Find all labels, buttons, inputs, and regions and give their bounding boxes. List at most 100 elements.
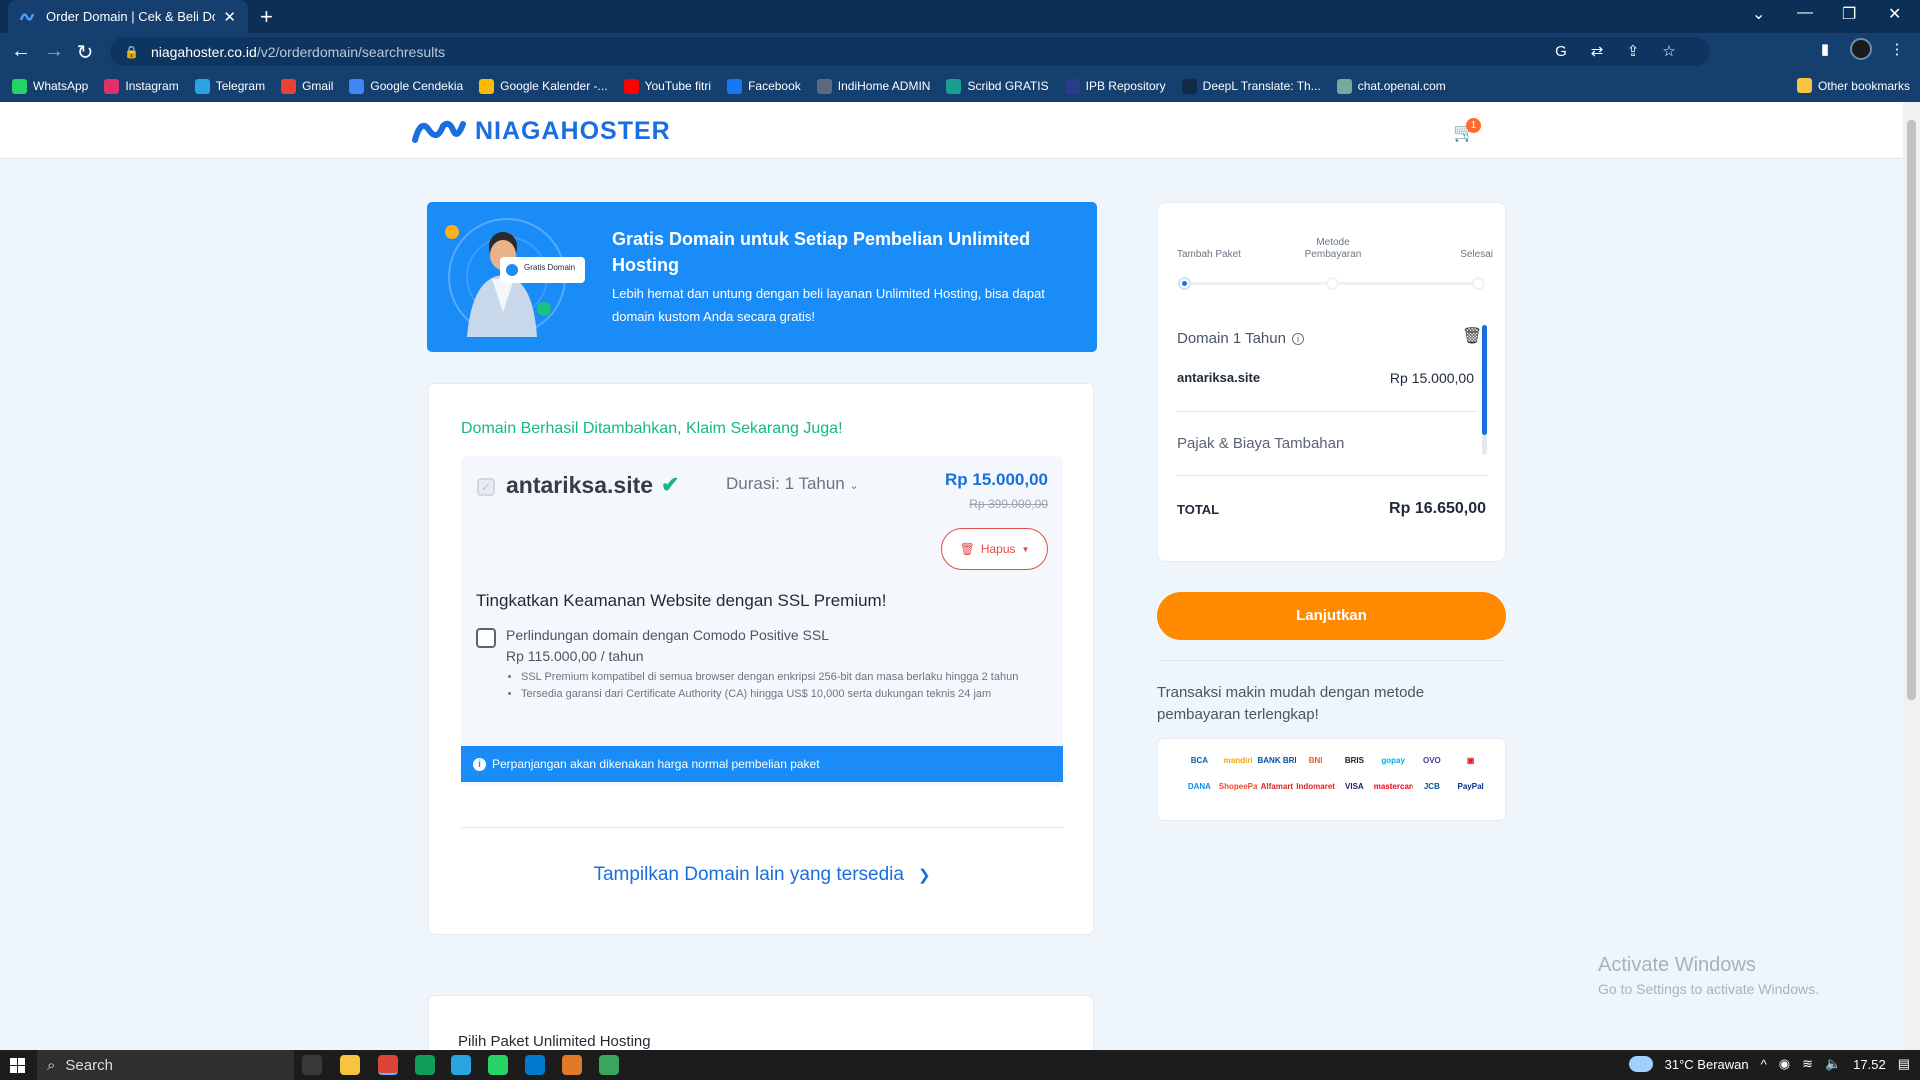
browser-tab-active[interactable]: Order Domain | Cek & Beli Doma ✕ <box>8 0 248 33</box>
payment-logo: Alfamart <box>1260 782 1294 791</box>
weather-text[interactable]: 31°C Berawan <box>1665 1057 1749 1072</box>
bookmark-item[interactable]: Scribd GRATIS <box>946 78 1049 94</box>
task-view-icon[interactable] <box>302 1055 322 1075</box>
translate-icon[interactable]: ⇄ <box>1586 40 1608 62</box>
page-scrollbar[interactable] <box>1903 102 1920 1050</box>
address-bar[interactable]: 🔒 niagahoster.co.id/v2/orderdomain/searc… <box>110 37 1710 66</box>
promo-badge-text: Gratis Domain <box>524 263 576 272</box>
clock-time[interactable]: 17.52 <box>1853 1057 1886 1072</box>
show-more-domains-button[interactable]: Tampilkan Domain lain yang tersedia ❯ <box>429 864 1095 886</box>
whatsapp-icon[interactable] <box>488 1055 508 1075</box>
bookmark-favicon-icon <box>479 78 495 94</box>
weather-icon <box>1628 1056 1653 1072</box>
duration-label: Durasi: 1 Tahun <box>726 474 845 493</box>
bookmark-item[interactable]: Google Cendekia <box>349 78 463 94</box>
forward-icon[interactable]: → <box>43 40 65 63</box>
bookmark-item[interactable]: Facebook <box>727 78 801 94</box>
info-icon[interactable]: i <box>1291 333 1304 345</box>
url-host: niagahoster.co.id <box>150 43 257 60</box>
bookmark-label: Scribd GRATIS <box>967 79 1049 93</box>
app-icon[interactable] <box>599 1055 619 1075</box>
menu-icon[interactable]: ⋮ <box>1886 38 1908 60</box>
notification-icon[interactable]: ▤ <box>1898 1056 1910 1072</box>
bookmark-item[interactable]: Telegram <box>194 78 265 94</box>
bookmark-favicon-icon <box>1181 78 1197 94</box>
bookmark-item[interactable]: YouTube fitri <box>623 78 711 94</box>
windows-start-icon[interactable] <box>10 1058 25 1073</box>
progress-dot-active <box>1178 277 1191 290</box>
site-header: NIAGAHOSTER 🛒 1 <box>0 102 1903 159</box>
bookmark-item[interactable]: WhatsApp <box>12 78 88 94</box>
verified-check-icon: ✔ <box>661 472 680 497</box>
system-tray: 31°C Berawan ^ ◉ ≋ 🔈 17.52 ▤ <box>1628 1056 1910 1072</box>
promo-description: Lebih hemat dan untung dengan beli layan… <box>612 286 1045 324</box>
bookmark-label: Instagram <box>125 79 179 93</box>
niagahoster-logo[interactable]: NIAGAHOSTER <box>411 116 671 146</box>
bookmark-item[interactable]: Gmail <box>281 78 334 94</box>
total-label: TOTAL <box>1177 502 1220 517</box>
profile-avatar[interactable] <box>1850 38 1872 60</box>
payment-logo: JCB <box>1423 782 1440 791</box>
share-icon[interactable]: ⇪ <box>1622 40 1644 62</box>
bookmark-label: Gmail <box>302 79 334 93</box>
bookmark-item[interactable]: IPB Repository <box>1064 78 1166 94</box>
side-panel-icon[interactable]: ▮ <box>1814 38 1836 60</box>
ssl-feature-item: SSL Premium kompatibel di semua browser … <box>521 669 1051 686</box>
payment-logo: BANK BRI <box>1257 756 1297 765</box>
bookmark-label: chat.openai.com <box>1357 79 1446 93</box>
telegram-icon[interactable] <box>451 1055 471 1075</box>
bookmark-item[interactable]: Google Kalender -... <box>479 78 608 94</box>
search-icon: ⌕ <box>47 1056 56 1074</box>
step-selesai: Selesai <box>1460 249 1493 260</box>
trash-icon[interactable]: 🗑 <box>1462 326 1482 346</box>
vscode-icon[interactable] <box>525 1055 545 1075</box>
remove-domain-button[interactable]: 🗑 Hapus ▼ <box>941 528 1048 570</box>
wifi-icon[interactable]: ≋ <box>1802 1056 1813 1072</box>
summary-tax-label[interactable]: Pajak & Biaya Tambahan <box>1177 435 1344 452</box>
ssl-checkbox[interactable] <box>476 628 496 648</box>
chrome-profile-icon[interactable] <box>415 1055 435 1075</box>
bookmark-item[interactable]: Instagram <box>104 78 179 94</box>
folder-icon <box>1796 78 1812 93</box>
chrome-icon[interactable] <box>378 1055 398 1075</box>
payment-methods-box: BCA mandiri BANK BRI BNI BRIS gopay OVO ▣ DANA Sh… <box>1157 738 1506 821</box>
ssl-price: Rp 115.000,00 / tahun <box>506 648 644 664</box>
bookmark-item[interactable]: IndiHome ADMIN <box>816 78 930 94</box>
watermark-line1: Activate Windows <box>1598 954 1756 976</box>
domain-checkbox[interactable]: ✓ <box>477 478 495 496</box>
show-more-label: Tampilkan Domain lain yang tersedia <box>593 864 904 885</box>
payment-logo: OVO <box>1422 756 1441 765</box>
record-icon[interactable]: ◉ <box>1779 1056 1790 1072</box>
back-icon[interactable]: ← <box>10 40 32 63</box>
browser-toolbar: ← → ↻ 🔒 niagahoster.co.id/v2/orderdomain… <box>0 33 1920 70</box>
summary-scrollbar[interactable] <box>1482 325 1487 455</box>
new-tab-button[interactable]: + <box>260 4 273 30</box>
domain-card: Domain Berhasil Ditambahkan, Klaim Sekar… <box>428 383 1094 935</box>
page-scroll-thumb[interactable] <box>1907 120 1916 700</box>
caret-down-icon: ▼ <box>1021 544 1030 554</box>
file-explorer-icon[interactable] <box>340 1055 360 1075</box>
order-summary: Tambah Paket Metode Pembayaran Selesai D… <box>1157 202 1506 562</box>
payment-logo: ▣ <box>1466 756 1475 765</box>
continue-button[interactable]: Lanjutkan <box>1157 592 1506 640</box>
taskbar-search[interactable]: ⌕ Search <box>37 1050 294 1080</box>
google-icon[interactable]: G <box>1550 40 1572 62</box>
volume-icon[interactable]: 🔈 <box>1825 1056 1841 1072</box>
app-icon[interactable] <box>562 1055 582 1075</box>
tab-close-icon[interactable]: ✕ <box>223 8 236 26</box>
bookmark-item[interactable]: chat.openai.com <box>1336 78 1446 94</box>
tab-search-icon[interactable]: ⌄ <box>1752 4 1765 24</box>
payment-logo: PayPal <box>1457 782 1484 791</box>
bookmark-star-icon[interactable]: ☆ <box>1658 40 1680 62</box>
chevron-up-icon[interactable]: ^ <box>1761 1057 1767 1072</box>
other-bookmarks[interactable]: Other bookmarks <box>1796 78 1910 93</box>
tab-title: Order Domain | Cek & Beli Doma <box>46 9 215 24</box>
reload-icon[interactable]: ↻ <box>74 40 96 65</box>
minimize-icon[interactable]: — <box>1797 4 1813 22</box>
window-close-icon[interactable]: ✕ <box>1888 4 1901 24</box>
bookmark-item[interactable]: DeepL Translate: Th... <box>1181 78 1321 94</box>
payment-logo: BNI <box>1308 756 1323 765</box>
summary-scroll-thumb[interactable] <box>1482 325 1487 435</box>
restore-icon[interactable]: ❐ <box>1842 4 1856 24</box>
duration-select[interactable]: Durasi: 1 Tahun ⌄ <box>726 474 859 494</box>
